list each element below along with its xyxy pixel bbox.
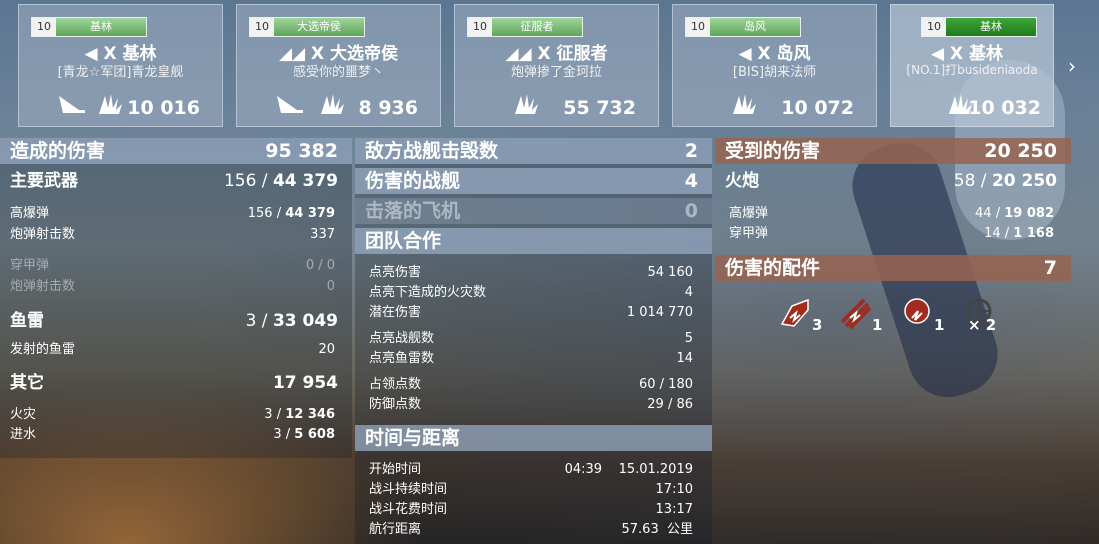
damage-burst-icon	[515, 94, 538, 114]
steering-destroyed-icon: × 2	[962, 296, 1012, 334]
ships-destroyed-row: 敌方战舰击毁数 2	[355, 138, 712, 164]
player-name: 感受你的噩梦丶	[292, 65, 384, 80]
ships-spotted-row: 点亮战舰数 5	[369, 331, 693, 346]
ap-received-row: 穿甲弹 14 / 1 168	[729, 226, 1054, 241]
fire-row: 火灾 3 / 12 346	[10, 407, 335, 422]
ship-card[interactable]: 10 大选帝侯 ◢◢ X 大选帝侯 感受你的噩梦丶 8 936	[236, 4, 441, 127]
ship-card[interactable]: 10 岛风 ◀ X 岛风 [BIS]胡来法师 10 072	[672, 4, 877, 127]
spotted-fires-row: 点亮下造成的火灾数 4	[369, 285, 693, 300]
ap-shells-row: 穿甲弹 0 / 0	[10, 258, 335, 273]
torpedoes-fired-row: 发射的鱼雷 20	[10, 342, 335, 357]
player-name: 炮弹掺了金珂拉	[510, 65, 602, 80]
ship-score: 10 032	[968, 97, 1041, 119]
guns-received-row: 火炮 58 / 20 250	[725, 171, 1057, 191]
ship-score: 10 072	[781, 97, 854, 119]
damage-burst-icon	[99, 94, 122, 114]
ap-hits-row: 炮弹射击数 0	[10, 279, 335, 294]
distance-row: 航行距离 57.63 公里	[369, 522, 693, 537]
teamwork-header: 团队合作	[355, 228, 712, 254]
player-name: [青龙☆军团]青龙皇舰	[57, 65, 184, 80]
player-name: [BIS]胡来法师	[732, 65, 817, 80]
plane-kill-icon	[277, 96, 303, 113]
time-spent-row: 战斗花费时间 13:17	[369, 502, 693, 517]
time-distance-header: 时间与距离	[355, 425, 712, 451]
defense-points-row: 防御点数 29 / 86	[369, 397, 693, 412]
damage-burst-icon	[321, 94, 344, 114]
damage-received-header: 受到的伤害 20 250	[715, 138, 1071, 164]
planes-shot-row: 击落的飞机 0	[355, 198, 712, 224]
capture-points-row: 占领点数 60 / 180	[369, 377, 693, 392]
torpedoes-spotted-row: 点亮鱼雷数 14	[369, 351, 693, 366]
ship-score: 8 936	[358, 97, 419, 119]
he-received-row: 高爆弹 44 / 19 082	[729, 206, 1054, 221]
start-time-row: 开始时间 04:39 15.01.2019	[369, 462, 693, 477]
spotting-damage-row: 点亮伤害 54 160	[369, 265, 693, 280]
he-hits-row: 炮弹射击数 337	[10, 227, 335, 242]
engine-damaged-icon: 1	[900, 296, 944, 334]
flood-row: 进水 3 / 5 608	[10, 427, 335, 442]
modules-damaged-header: 伤害的配件 7	[715, 255, 1071, 281]
ship-tier-tag: 10 基林	[921, 17, 1037, 37]
ship-card[interactable]: 10 征服者 ◢◢ X 征服者 炮弹掺了金珂拉 55 732	[454, 4, 659, 127]
turret-damaged-icon: 3	[778, 296, 822, 334]
battle-duration-row: 战斗持续时间 17:10	[369, 482, 693, 497]
ship-tier-tag: 10 征服者	[467, 17, 583, 37]
ship-tier-tag: 10 大选帝侯	[249, 17, 365, 37]
ship-score: 55 732	[563, 97, 636, 119]
chevron-right-icon[interactable]: ›	[1068, 54, 1076, 78]
ship-card[interactable]: 10 基林 ◀ X 基林 [青龙☆军团]青龙皇舰 10 016	[18, 4, 223, 127]
plane-kill-icon	[59, 96, 85, 113]
ship-score: 10 016	[127, 97, 200, 119]
ship-card-selected[interactable]: 10 基林 ◀ X 基林 [NO.1]打busideniaoda 10 032	[890, 4, 1054, 127]
ship-tier-tag: 10 岛风	[685, 17, 801, 37]
other-row: 其它 17 954	[10, 373, 338, 393]
damage-burst-icon	[733, 94, 756, 114]
ships-damaged-row: 伤害的战舰 4	[355, 168, 712, 194]
main-battery-row: 主要武器 156 / 44 379	[10, 171, 338, 191]
damage-dealt-header: 造成的伤害 95 382	[0, 138, 352, 164]
he-shells-row: 高爆弹 156 / 44 379	[10, 206, 335, 221]
torpedo-tube-damaged-icon: 1	[838, 296, 882, 334]
potential-damage-row: 潜在伤害 1 014 770	[369, 305, 693, 320]
torpedo-row: 鱼雷 3 / 33 049	[10, 311, 338, 331]
player-name: [NO.1]打busideniaoda	[906, 63, 1038, 77]
ship-tier-tag: 10 基林	[31, 17, 147, 37]
